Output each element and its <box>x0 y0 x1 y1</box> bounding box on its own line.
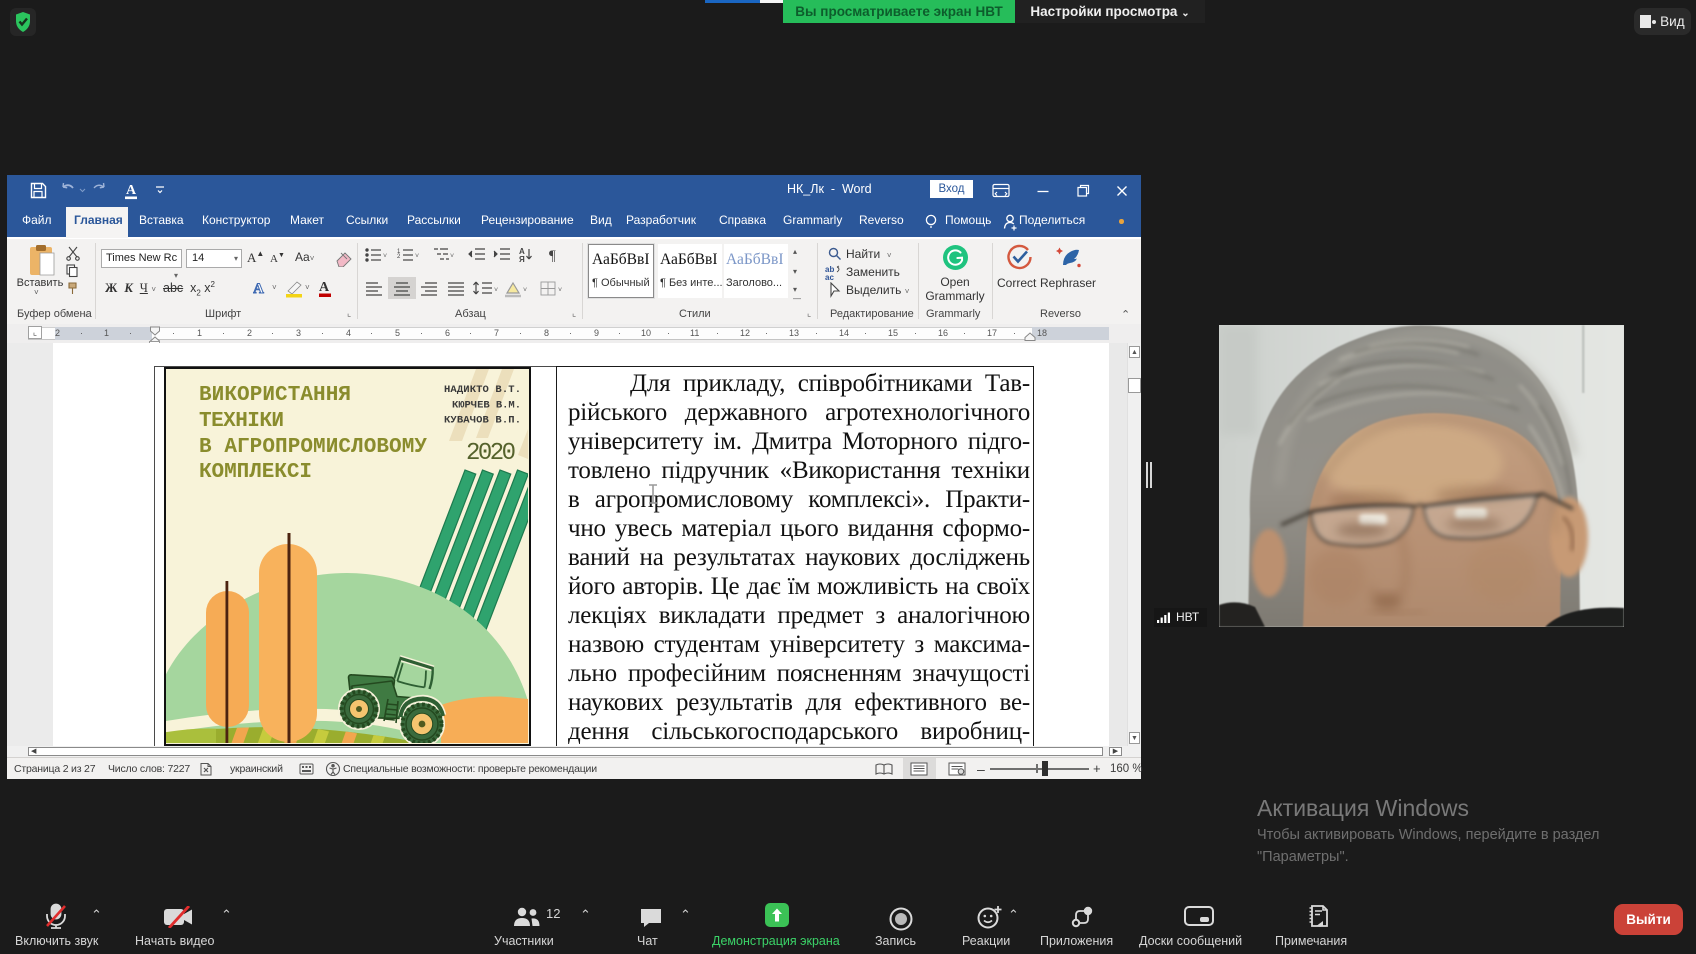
svg-text:¶: ¶ <box>549 248 556 264</box>
svg-text:ТЕХНІКИ: ТЕХНІКИ <box>199 410 284 433</box>
svg-text:КОМПЛЕКСІ: КОМПЛЕКСІ <box>199 461 312 484</box>
svg-text:A: A <box>253 281 264 297</box>
svg-text:˅: ˅ <box>383 253 387 260</box>
svg-text:А: А <box>319 280 330 295</box>
svg-text:НАДИКТО В.Т.: НАДИКТО В.Т. <box>444 384 521 396</box>
svg-text:˅: ˅ <box>558 287 562 294</box>
svg-text:2: 2 <box>397 254 401 260</box>
svg-text:˅: ˅ <box>523 287 527 294</box>
svg-text:ac: ac <box>825 273 834 281</box>
svg-text:2020: 2020 <box>466 440 516 467</box>
svg-text:˅: ˅ <box>415 253 419 260</box>
svg-text:˅: ˅ <box>305 283 310 292</box>
svg-text:КУВАЧОВ В.П.: КУВАЧОВ В.П. <box>444 415 521 427</box>
svg-text:˅: ˅ <box>272 283 277 292</box>
svg-text:КЮРЧЕВ В.М.: КЮРЧЕВ В.М. <box>452 400 521 412</box>
svg-text:ВИКОРИСТАННЯ: ВИКОРИСТАННЯ <box>199 384 351 407</box>
svg-text:˅: ˅ <box>494 287 498 294</box>
svg-text:A: A <box>126 183 137 198</box>
svg-text:В АГРОПРОМИСЛОВОМУ: В АГРОПРОМИСЛОВОМУ <box>199 436 427 459</box>
svg-text:˅: ˅ <box>450 253 454 260</box>
svg-text:Я: Я <box>519 255 525 264</box>
